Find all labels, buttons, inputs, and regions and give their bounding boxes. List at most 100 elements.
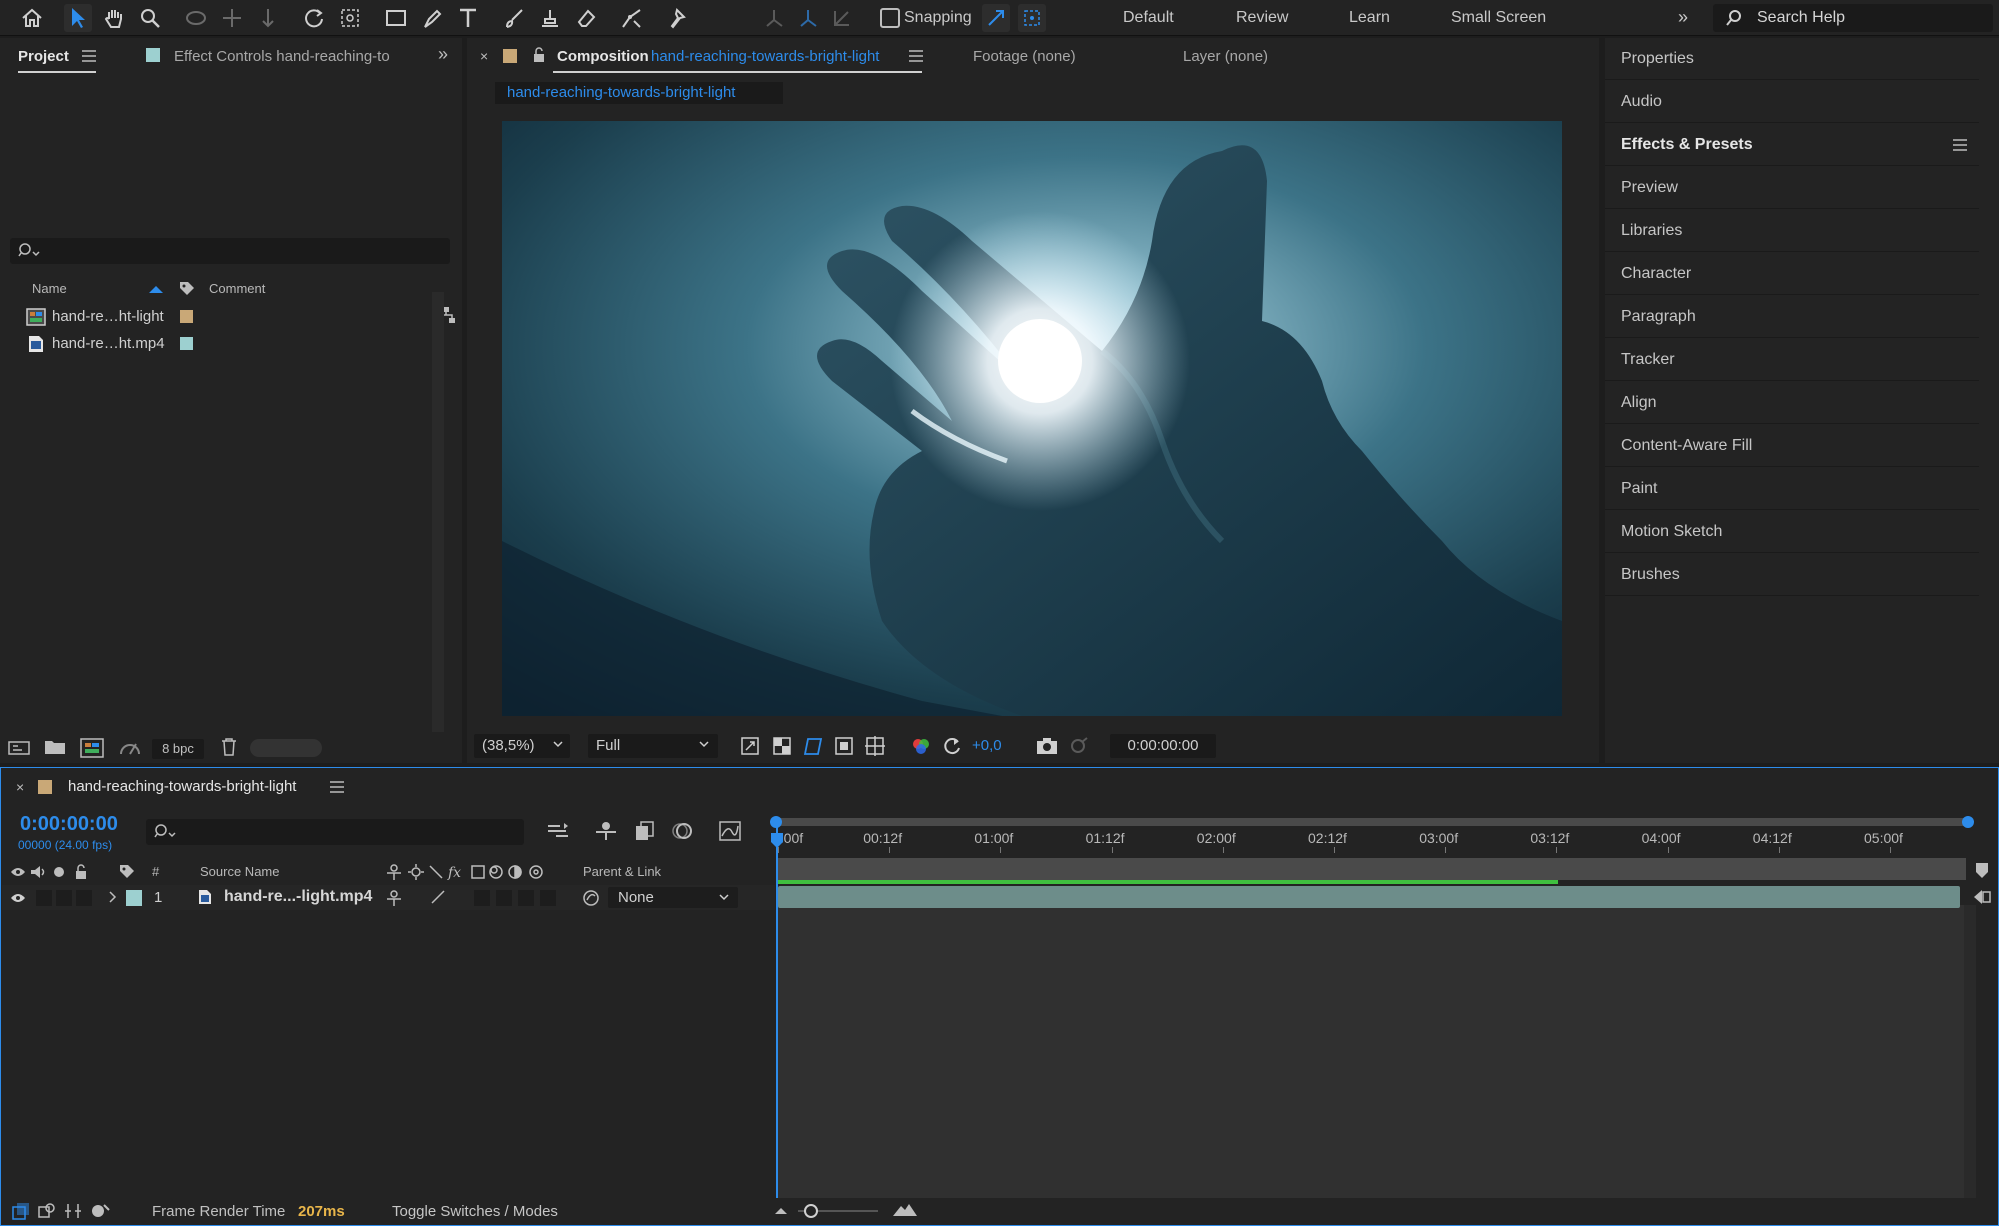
zoom-in-icon[interactable] xyxy=(892,1200,918,1218)
motion-blur-switch[interactable] xyxy=(518,890,534,906)
interpret-footage-icon[interactable] xyxy=(8,739,30,757)
eraser-tool-icon[interactable] xyxy=(572,4,600,32)
comp-button-icon[interactable] xyxy=(1972,888,1992,906)
project-scrollbar[interactable] xyxy=(432,292,444,732)
parent-dropdown[interactable]: None xyxy=(608,887,738,908)
axis-local-icon[interactable] xyxy=(760,4,788,32)
graph-editor-icon[interactable] xyxy=(718,820,742,842)
quality-switch-icon[interactable] xyxy=(430,889,446,905)
fx-switch[interactable] xyxy=(474,890,490,906)
label-color-swatch[interactable] xyxy=(180,310,193,323)
new-composition-icon[interactable] xyxy=(80,738,104,758)
sort-ascending-icon[interactable] xyxy=(148,284,164,294)
region-of-interest-icon[interactable] xyxy=(834,736,854,756)
tab-layer[interactable]: Layer (none) xyxy=(1183,48,1268,65)
zoom-out-icon[interactable] xyxy=(774,1204,788,1216)
close-icon[interactable]: × xyxy=(16,779,24,795)
bit-depth-button[interactable]: 8 bpc xyxy=(152,739,204,759)
panel-item-paragraph[interactable]: Paragraph xyxy=(1605,296,1979,338)
type-tool-icon[interactable] xyxy=(454,4,482,32)
puppet-tool-icon[interactable] xyxy=(664,4,692,32)
pen-tool-icon[interactable] xyxy=(418,4,446,32)
delete-icon[interactable] xyxy=(220,737,238,757)
comp-mini-flowchart-icon[interactable] xyxy=(546,820,572,842)
solo-toggle[interactable] xyxy=(56,890,72,906)
snapshot-camera-icon[interactable] xyxy=(1036,736,1058,756)
close-icon[interactable]: × xyxy=(480,48,488,64)
timeline-scrollbar[interactable] xyxy=(1964,905,1976,1198)
project-settings-icon[interactable] xyxy=(118,738,142,758)
panel-item-preview[interactable]: Preview xyxy=(1605,167,1979,209)
workspace-learn[interactable]: Learn xyxy=(1349,9,1390,27)
workspace-small-screen[interactable]: Small Screen xyxy=(1451,9,1546,27)
tab-composition-prefix[interactable]: Composition xyxy=(557,48,649,65)
eye-icon[interactable] xyxy=(10,892,26,904)
panel-item-content-aware-fill[interactable]: Content-Aware Fill xyxy=(1605,425,1979,467)
panel-item-align[interactable]: Align xyxy=(1605,382,1979,424)
shy-switch-icon[interactable] xyxy=(386,889,402,907)
viewer-timecode[interactable]: 0:00:00:00 xyxy=(1110,734,1216,758)
panel-item-character[interactable]: Character xyxy=(1605,253,1979,295)
chevron-right-icon[interactable] xyxy=(108,890,118,904)
panel-overflow-icon[interactable]: » xyxy=(438,44,448,65)
shy-layers-icon[interactable] xyxy=(594,820,618,842)
zoom-tool-icon[interactable] xyxy=(136,4,164,32)
workspace-review[interactable]: Review xyxy=(1236,9,1288,27)
panel-item-tracker[interactable]: Tracker xyxy=(1605,339,1979,381)
tab-project[interactable]: Project xyxy=(18,48,69,65)
grid-guides-icon[interactable] xyxy=(864,735,886,757)
motion-blur-icon[interactable] xyxy=(670,820,694,842)
layer-row[interactable]: 1 hand-re...-light.mp4 None xyxy=(2,885,775,910)
current-time-display[interactable]: 0:00:00:00 xyxy=(20,813,118,836)
playhead-line[interactable] xyxy=(776,826,778,1198)
label-color-swatch[interactable] xyxy=(180,337,193,350)
layer-duration-bar[interactable] xyxy=(778,886,1960,908)
work-area-end-handle[interactable] xyxy=(1962,816,1974,828)
lock-icon[interactable] xyxy=(532,47,546,63)
fast-previews-icon[interactable] xyxy=(740,736,760,756)
dolly-camera-icon[interactable] xyxy=(254,4,282,32)
layer-label-swatch[interactable] xyxy=(126,890,142,906)
tab-composition-name[interactable]: hand-reaching-towards-bright-light xyxy=(651,48,879,65)
axis-view-icon[interactable] xyxy=(828,4,856,32)
lock-toggle[interactable] xyxy=(76,890,92,906)
panel-item-libraries[interactable]: Libraries xyxy=(1605,210,1979,252)
channel-rgb-icon[interactable] xyxy=(910,736,932,756)
mask-visibility-icon[interactable] xyxy=(802,736,824,756)
axis-world-icon[interactable] xyxy=(794,4,822,32)
column-parent-link[interactable]: Parent & Link xyxy=(583,864,661,879)
project-search-input[interactable] xyxy=(10,238,450,264)
reset-exposure-icon[interactable] xyxy=(942,736,962,756)
composition-menu-icon[interactable] xyxy=(909,50,923,62)
search-help-field[interactable]: Search Help xyxy=(1713,4,1993,32)
comp-marker-icon[interactable] xyxy=(1974,862,1990,880)
timeline-search-input[interactable] xyxy=(146,819,524,845)
frame-blend-switch[interactable] xyxy=(496,890,512,906)
rectangle-tool-icon[interactable] xyxy=(382,4,410,32)
snap-edges-icon[interactable] xyxy=(982,4,1010,32)
in-out-toggle-icon[interactable] xyxy=(64,1202,82,1220)
track-area[interactable] xyxy=(776,905,1964,1198)
layer-source-name[interactable]: hand-re...-light.mp4 xyxy=(224,888,372,906)
home-icon[interactable] xyxy=(18,4,46,32)
tab-effect-controls[interactable]: Effect Controls hand-reaching-to xyxy=(174,48,390,65)
panel-item-motion-sketch[interactable]: Motion Sketch xyxy=(1605,511,1979,553)
column-comment[interactable]: Comment xyxy=(209,281,265,296)
render-time-toggle-icon[interactable] xyxy=(90,1202,110,1220)
effects-presets-menu-icon[interactable] xyxy=(1953,139,1967,151)
rotation-tool-icon[interactable] xyxy=(300,4,328,32)
hand-tool-icon[interactable] xyxy=(100,4,128,32)
orbit-camera-icon[interactable] xyxy=(182,4,210,32)
label-column-icon[interactable] xyxy=(178,280,196,298)
resolution-dropdown[interactable]: Full xyxy=(588,734,718,758)
panel-item-effects-presets[interactable]: Effects & Presets xyxy=(1605,124,1979,166)
panel-item-properties[interactable]: Properties xyxy=(1605,38,1979,80)
work-area-region[interactable] xyxy=(776,858,1966,880)
workspace-overflow-icon[interactable]: » xyxy=(1678,7,1688,28)
pick-whip-icon[interactable] xyxy=(582,889,600,907)
playhead-handle-icon[interactable] xyxy=(770,832,784,850)
audio-toggle[interactable] xyxy=(36,890,52,906)
thumbnail-slider[interactable] xyxy=(250,739,322,757)
project-item[interactable]: hand-re…ht.mp4 xyxy=(0,330,430,357)
snapping-checkbox[interactable] xyxy=(880,8,900,28)
